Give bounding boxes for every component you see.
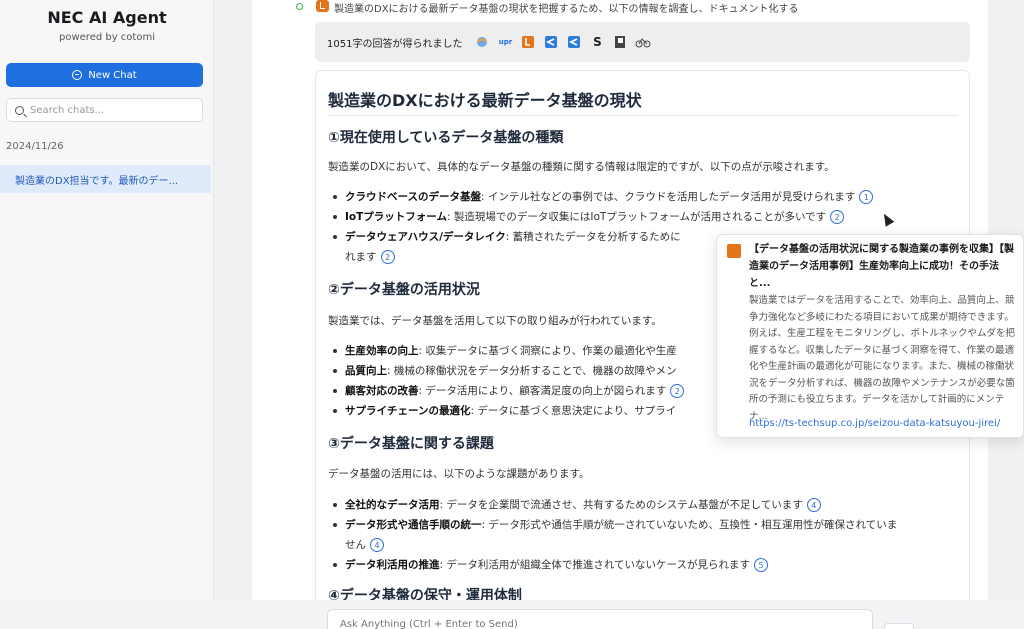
list-item: データウェアハウス/データレイク: 蓄積されたデータを分析するために <box>333 229 681 244</box>
answer-length: 1051字の回答が得られました <box>327 38 463 50</box>
source-icon-flag[interactable] <box>612 34 628 50</box>
section-heading: ①現在使用しているデータ基盤の種類 <box>328 130 564 146</box>
brand-title: NEC AI Agent <box>47 8 167 27</box>
list-item: データ形式や通信手順の統一: データ形式や通信手順が統一されていないため、互換性… <box>333 517 897 532</box>
step-source-icon <box>316 0 329 12</box>
brand-subtitle: powered by cotomi <box>59 32 155 43</box>
list-item: 生産効率の向上: 収集データに基づく洞察により、作業の最適化や生産 <box>333 343 677 358</box>
source-icon-s-blue-2[interactable] <box>566 34 582 50</box>
list-item: 顧客対応の改善: データ活用により、顧客満足度の向上が図られます 2 <box>333 383 685 398</box>
source-icons: upr S <box>474 34 651 50</box>
sources-bar: 1051字の回答が得られました upr S <box>315 22 970 62</box>
sidebar: NEC AI Agent powered by cotomi New Chat … <box>0 0 214 600</box>
search-input[interactable] <box>30 104 200 116</box>
list-item: 品質向上: 機械の稼働状況をデータ分析することで、機器の故障やメン <box>333 363 677 378</box>
section-intro: データ基盤の活用には、以下のような課題があります。 <box>328 468 590 480</box>
list-item: サプライチェーンの最適化: データに基づく意思決定により、サプライ <box>333 403 676 418</box>
new-chat-button[interactable]: New Chat <box>6 63 203 87</box>
search-box[interactable] <box>6 98 203 122</box>
source-favicon-icon <box>727 244 741 258</box>
list-item: データ利活用の推進: データ利活用が組織全体で推進されていないケースが見られます… <box>333 557 769 572</box>
list-item: 全社的なデータ活用: データを企業間で流通させ、共有するためのシステム基盤が不足… <box>333 497 821 512</box>
search-icon <box>15 105 24 115</box>
step-status-icon <box>296 3 303 10</box>
send-button[interactable] <box>884 623 914 629</box>
chat-date-group: 2024/11/26 <box>6 141 64 152</box>
section-heading: ③データ基盤に関する課題 <box>328 436 494 452</box>
divider <box>328 115 958 116</box>
chat-history-item[interactable]: 製造業のDX担当です。最新のデー... <box>0 165 211 193</box>
citation-badge[interactable]: 2 <box>830 210 845 224</box>
new-chat-label: New Chat <box>88 69 137 81</box>
step-text: 製造業のDXにおける最新データ基盤の現状を把握するため、以下の情報を調査し、ドキ… <box>334 4 799 15</box>
section-intro: 製造業では、データ基盤を活用して以下の取り組みが行われています。 <box>328 315 662 327</box>
citation-badge[interactable]: 4 <box>370 538 384 552</box>
chat-input[interactable] <box>327 609 873 629</box>
source-icon-bike[interactable] <box>635 34 651 50</box>
source-icon-s-dark[interactable]: S <box>589 34 605 50</box>
source-icon-swirl[interactable] <box>474 34 490 50</box>
chat-icon <box>72 70 83 80</box>
source-icon-techsup[interactable] <box>520 34 536 50</box>
source-icon-s-blue-1[interactable] <box>543 34 559 50</box>
source-icon-upr[interactable]: upr <box>497 34 513 50</box>
popup-snippet: 製造業ではデータを活用することで、効率向上、品質向上、競争力強化など多岐にわたる… <box>749 295 1016 422</box>
list-item-continued: れます 2 <box>345 249 395 264</box>
section-heading: ②データ基盤の活用状況 <box>328 282 480 298</box>
citation-badge[interactable]: 4 <box>806 498 821 512</box>
list-item: クラウドベースのデータ基盤: インテル社などの事例では、クラウドを活用したデータ… <box>333 189 874 204</box>
citation-badge[interactable]: 1 <box>859 190 874 204</box>
list-item: IoTプラットフォーム: 製造現場でのデータ収集にはIoTプラットフォームが活用… <box>333 209 845 224</box>
popup-title: 【データ基盤の活用状況に関する製造業の事例を収集】【製造業のデータ活用事例】生産… <box>749 244 1014 289</box>
citation-badge[interactable]: 5 <box>754 558 769 572</box>
citation-preview-popup: 【データ基盤の活用状況に関する製造業の事例を収集】【製造業のデータ活用事例】生産… <box>716 234 1024 438</box>
popup-link[interactable]: https://ts-techsup.co.jp/seizou-data-kat… <box>749 418 1000 429</box>
citation-badge[interactable]: 2 <box>380 250 395 264</box>
document-title: 製造業のDXにおける最新データ基盤の現状 <box>328 91 642 110</box>
section-intro: 製造業のDXにおいて、具体的なデータ基盤の種類に関する情報は限定的ですが、以下の… <box>328 161 835 173</box>
citation-badge[interactable]: 2 <box>670 384 685 398</box>
list-item-continued: せん 4 <box>345 537 384 552</box>
